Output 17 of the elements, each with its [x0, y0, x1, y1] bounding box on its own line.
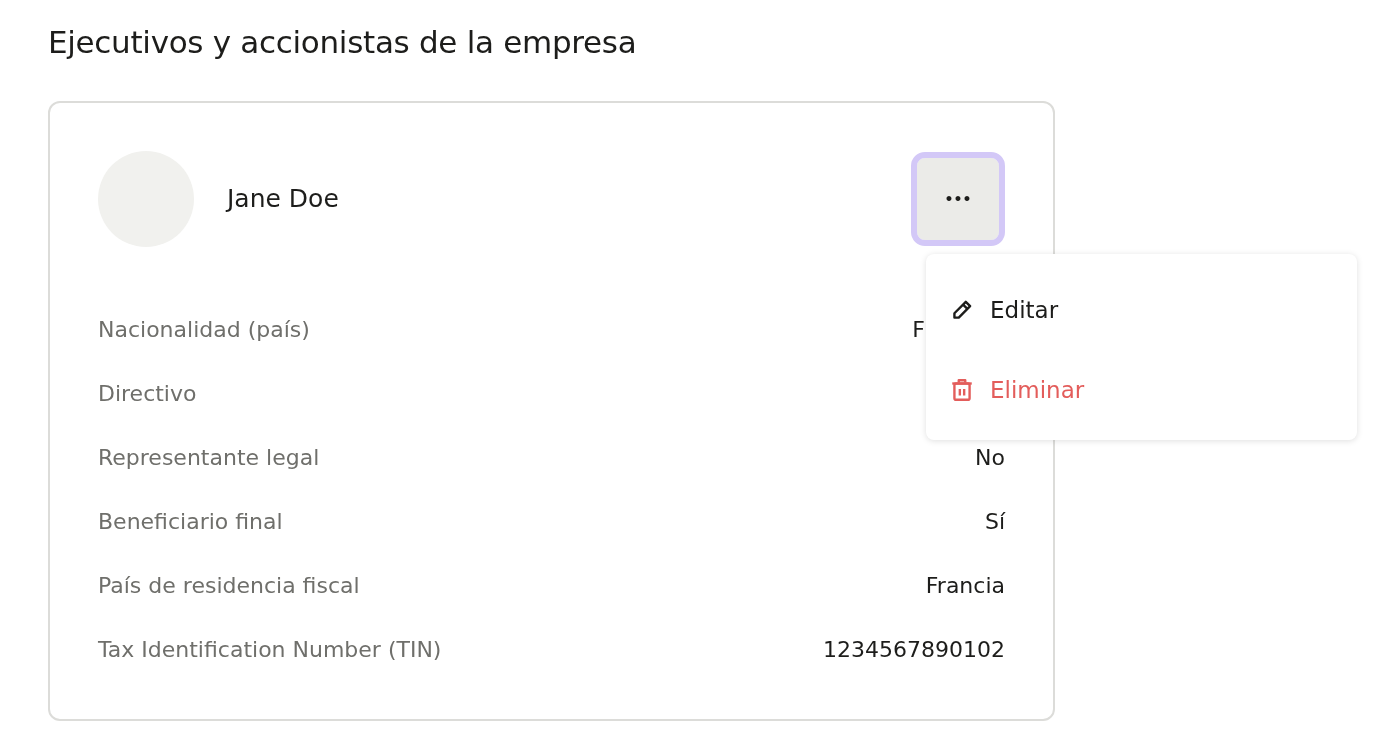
detail-value: F [912, 315, 925, 344]
section-heading: Ejecutivos y accionistas de la empresa [48, 24, 638, 62]
detail-label: Beneficiario final [98, 507, 283, 536]
menu-item[interactable]: Editar [926, 270, 1357, 351]
trash-icon [949, 377, 975, 404]
detail-label: Tax Identification Number (TIN) [98, 635, 442, 664]
detail-label: Directivo [98, 379, 197, 408]
detail-value: 1234567890102 [823, 635, 1005, 664]
detail-label: País de residencia fiscal [98, 571, 360, 600]
detail-value: Francia [925, 571, 1005, 600]
detail-label: Representante legal [98, 443, 320, 472]
more-button[interactable]: ••• [911, 152, 1005, 247]
person-name: Jane Doe [227, 183, 339, 216]
detail-label: Nacionalidad (país) [98, 315, 310, 344]
detail-value: Sí [984, 507, 1005, 536]
menu-item[interactable]: Eliminar [926, 350, 1357, 431]
detail-value: No [975, 443, 1005, 472]
